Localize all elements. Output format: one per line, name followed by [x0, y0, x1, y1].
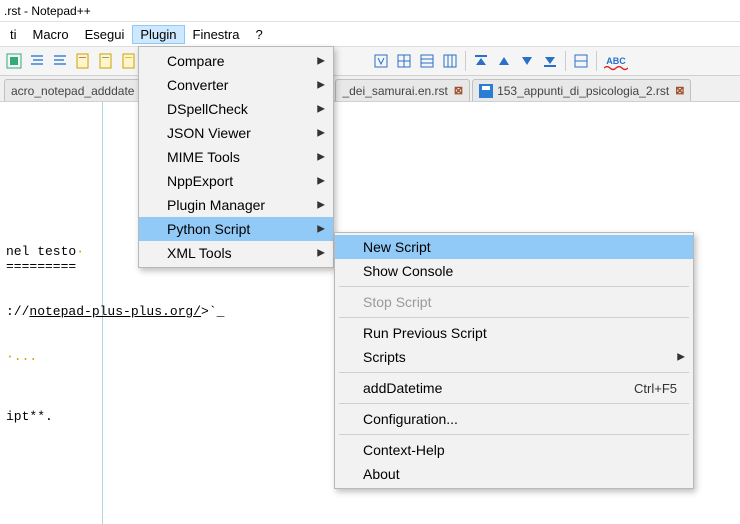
toolbar-icon-1[interactable] — [4, 51, 24, 71]
toolbar-collapse-top-icon[interactable] — [471, 51, 491, 71]
toolbar: ABC — [0, 46, 740, 76]
tab-2[interactable]: _dei_samurai.en.rst ⊠ — [335, 79, 470, 101]
tab-1[interactable]: acro_notepad_adddate — [4, 79, 141, 101]
toolbar-grid3-icon[interactable] — [440, 51, 460, 71]
menu-separator — [339, 286, 689, 287]
menu-esegui[interactable]: Esegui — [77, 25, 133, 44]
toolbar-indent-left-icon[interactable] — [27, 51, 47, 71]
menu-macro[interactable]: Macro — [25, 25, 77, 44]
menu-mime-tools[interactable]: MIME Tools▶ — [139, 145, 333, 169]
toolbar-doc1-icon[interactable] — [73, 51, 93, 71]
tab-3[interactable]: 153_appunti_di_psicologia_2.rst ⊠ — [472, 79, 691, 101]
arrow-icon: ▶ — [317, 56, 325, 67]
menu-bar: ti Macro Esegui Plugin Finestra ? — [0, 22, 740, 46]
toolbar-up-icon[interactable] — [494, 51, 514, 71]
shortcut-label: Ctrl+F5 — [634, 381, 677, 396]
menu-show-console[interactable]: Show Console — [335, 259, 693, 283]
menu-finestra[interactable]: Finestra — [185, 25, 248, 44]
arrow-icon: ▶ — [317, 200, 325, 211]
arrow-icon: ▶ — [317, 104, 325, 115]
toolbar-down-icon[interactable] — [517, 51, 537, 71]
menu-new-script[interactable]: New Script — [335, 235, 693, 259]
toolbar-grid2-icon[interactable] — [417, 51, 437, 71]
menu-separator — [339, 372, 689, 373]
save-icon — [479, 84, 493, 98]
menu-adddatetime[interactable]: addDatetimeCtrl+F5 — [335, 376, 693, 400]
tab-label: acro_notepad_adddate — [11, 84, 134, 98]
arrow-icon: ▶ — [317, 152, 325, 163]
toolbar-func1-icon[interactable] — [371, 51, 391, 71]
arrow-icon: ▶ — [317, 128, 325, 139]
toolbar-spellcheck-icon[interactable]: ABC — [602, 51, 630, 71]
menu-plugin[interactable]: Plugin — [132, 25, 184, 44]
menu-python-script[interactable]: Python Script▶ — [139, 217, 333, 241]
close-icon[interactable]: ⊠ — [454, 84, 463, 97]
menu-xml-tools[interactable]: XML Tools▶ — [139, 241, 333, 265]
menu-context-help[interactable]: Context-Help — [335, 438, 693, 462]
toolbar-indent-right-icon[interactable] — [50, 51, 70, 71]
menu-separator — [339, 434, 689, 435]
menu-plugin-manager[interactable]: Plugin Manager▶ — [139, 193, 333, 217]
menu-ti[interactable]: ti — [2, 25, 25, 44]
menu-run-previous-script[interactable]: Run Previous Script — [335, 321, 693, 345]
title-bar: .rst - Notepad++ — [0, 0, 740, 22]
window-title: .rst - Notepad++ — [4, 4, 91, 18]
toolbar-doc2-icon[interactable] — [96, 51, 116, 71]
tab-label: _dei_samurai.en.rst — [342, 84, 447, 98]
menu-converter[interactable]: Converter▶ — [139, 73, 333, 97]
arrow-icon: ▶ — [317, 80, 325, 91]
toolbar-separator-2 — [465, 51, 466, 71]
menu-dspellcheck[interactable]: DSpellCheck▶ — [139, 97, 333, 121]
menu-compare[interactable]: Compare▶ — [139, 49, 333, 73]
menu-separator — [339, 317, 689, 318]
tabs-bar: acro_notepad_adddate _dei_samurai.en.rst… — [0, 76, 740, 102]
menu-about[interactable]: About — [335, 462, 693, 486]
toolbar-grid4-icon[interactable] — [571, 51, 591, 71]
python-script-submenu: New Script Show Console Stop Script Run … — [334, 232, 694, 489]
arrow-icon: ▶ — [317, 248, 325, 259]
toolbar-collapse-bottom-icon[interactable] — [540, 51, 560, 71]
menu-nppexport[interactable]: NppExport▶ — [139, 169, 333, 193]
toolbar-separator-3 — [565, 51, 566, 71]
menu-scripts[interactable]: Scripts▶ — [335, 345, 693, 369]
arrow-icon: ▶ — [317, 224, 325, 235]
toolbar-separator-4 — [596, 51, 597, 71]
menu-separator — [339, 403, 689, 404]
arrow-icon: ▶ — [317, 176, 325, 187]
close-icon[interactable]: ⊠ — [675, 84, 684, 97]
arrow-icon: ▶ — [677, 352, 685, 363]
toolbar-doc3-icon[interactable] — [119, 51, 139, 71]
plugin-menu: Compare▶ Converter▶ DSpellCheck▶ JSON Vi… — [138, 46, 334, 268]
menu-help[interactable]: ? — [247, 25, 270, 44]
menu-json-viewer[interactable]: JSON Viewer▶ — [139, 121, 333, 145]
toolbar-grid1-icon[interactable] — [394, 51, 414, 71]
menu-configuration[interactable]: Configuration... — [335, 407, 693, 431]
menu-stop-script: Stop Script — [335, 290, 693, 314]
tab-label: 153_appunti_di_psicologia_2.rst — [497, 84, 669, 98]
